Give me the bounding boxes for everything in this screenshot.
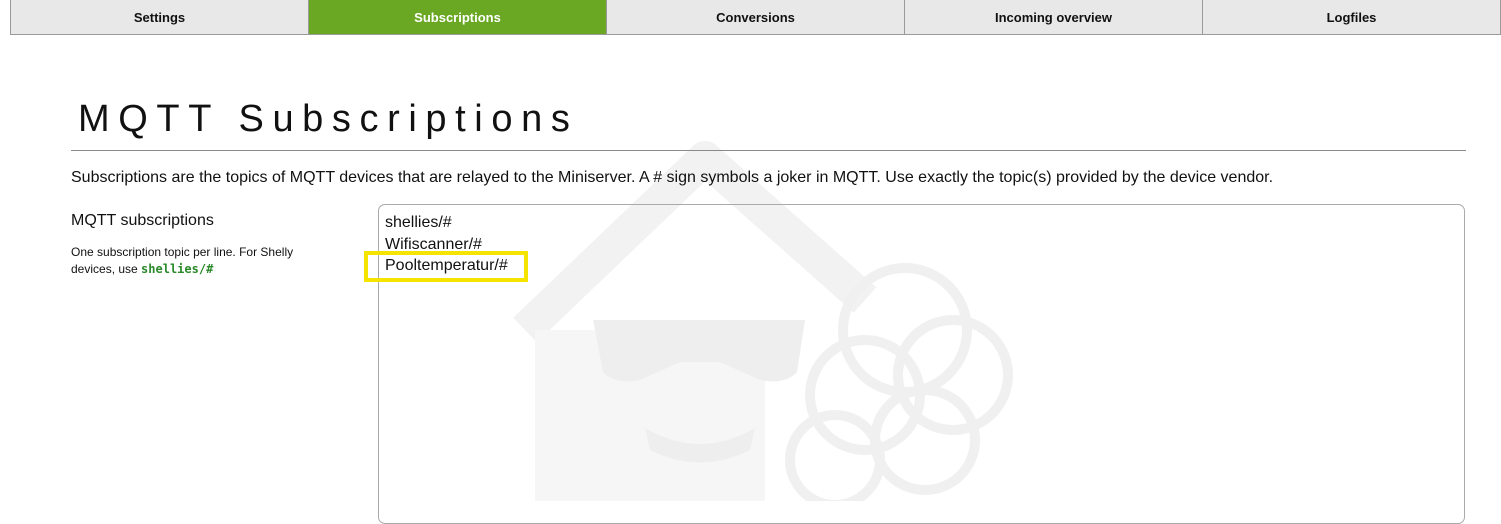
- title-divider: [71, 150, 1466, 151]
- help-code: shellies/#: [141, 262, 214, 276]
- tab-settings[interactable]: Settings: [11, 0, 309, 34]
- page-description: Subscriptions are the topics of MQTT dev…: [71, 169, 1274, 186]
- subscriptions-help: One subscription topic per line. For She…: [71, 244, 333, 278]
- subscriptions-textarea[interactable]: [378, 204, 1465, 524]
- subscription-line: Pooltemperatur/#: [385, 257, 508, 274]
- tab-conversions[interactable]: Conversions: [607, 0, 905, 34]
- nav-tabbar: Settings Subscriptions Conversions Incom…: [10, 0, 1501, 35]
- subscriptions-label: MQTT subscriptions: [71, 212, 214, 229]
- subscription-line: Wifiscanner/#: [385, 235, 482, 253]
- subscriptions-textarea-content[interactable]: shellies/# Wifiscanner/# Pooltemperatur/…: [385, 212, 508, 277]
- subscription-line: shellies/#: [385, 214, 452, 231]
- tab-incoming-overview[interactable]: Incoming overview: [905, 0, 1203, 34]
- tab-logfiles[interactable]: Logfiles: [1203, 0, 1500, 34]
- tab-subscriptions[interactable]: Subscriptions: [309, 0, 607, 34]
- page-title: MQTT Subscriptions: [78, 98, 579, 140]
